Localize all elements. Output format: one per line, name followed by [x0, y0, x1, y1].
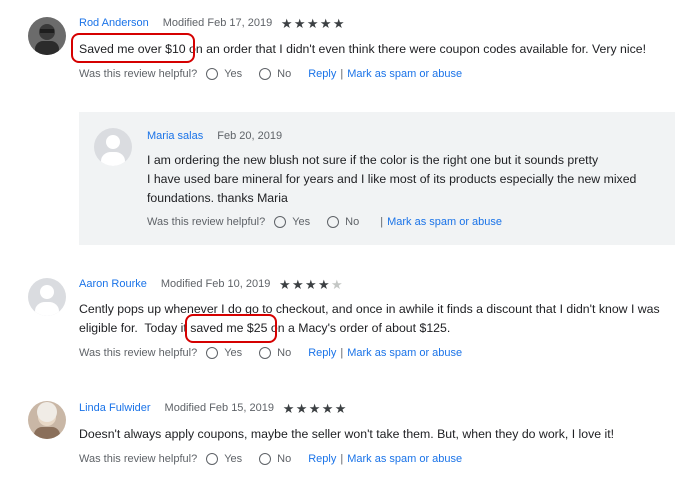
review-text: Doesn't always apply coupons, maybe the …	[79, 425, 614, 444]
helpful-row: Was this review helpful? Yes No Reply | …	[79, 66, 462, 82]
helpful-yes-radio[interactable]	[206, 453, 219, 465]
review-text: I am ordering the new blush not sure if …	[147, 151, 636, 208]
helpful-no-radio[interactable]	[259, 347, 272, 359]
separator: |	[380, 216, 384, 228]
helpful-yes-radio[interactable]	[206, 347, 219, 359]
review-date: Modified Feb 10, 2019	[160, 278, 271, 290]
avatar[interactable]	[28, 401, 66, 439]
helpful-yes-label[interactable]: Yes	[224, 453, 242, 465]
star-icon: ★	[319, 15, 332, 31]
star-icon: ★	[282, 400, 295, 416]
reviewer-name[interactable]: Maria salas	[147, 130, 203, 142]
star-icon: ★	[332, 15, 345, 31]
star-icon: ★	[279, 276, 291, 292]
highlight-circle	[185, 314, 277, 343]
helpful-yes-label[interactable]: Yes	[224, 347, 242, 359]
review-text-line: Doesn't always apply coupons, maybe the …	[79, 427, 615, 441]
separator: |	[340, 68, 344, 80]
review-text-line: I have used bare mineral for years and I…	[147, 172, 637, 186]
review-date: Feb 20, 2019	[217, 130, 283, 142]
star-icon: ★	[295, 400, 308, 416]
star-icon: ★	[308, 400, 321, 416]
avatar[interactable]	[94, 128, 132, 166]
helpful-row: Was this review helpful? Yes No | Mark a…	[147, 214, 502, 230]
helpful-question: Was this review helpful?	[147, 216, 266, 228]
mark-spam-link[interactable]: Mark as spam or abuse	[387, 216, 502, 228]
owner-reply: Maria salas Feb 20, 2019 I am ordering t…	[79, 112, 675, 245]
separator: |	[340, 347, 344, 359]
mark-spam-link[interactable]: Mark as spam or abuse	[347, 453, 462, 465]
star-icon: ★	[305, 276, 317, 292]
star-rating: ★ ★ ★ ★ ★	[282, 402, 347, 415]
helpful-row: Was this review helpful? Yes No Reply | …	[79, 345, 462, 361]
helpful-no-label[interactable]: No	[345, 216, 359, 228]
star-icon: ★	[318, 276, 330, 292]
star-icon: ★	[331, 276, 343, 292]
highlight-circle	[71, 33, 195, 63]
helpful-row: Was this review helpful? Yes No Reply | …	[79, 451, 462, 467]
helpful-yes-radio[interactable]	[274, 216, 287, 228]
star-icon: ★	[306, 15, 319, 31]
helpful-no-label[interactable]: No	[277, 68, 291, 80]
helpful-yes-radio[interactable]	[206, 68, 219, 80]
helpful-no-radio[interactable]	[259, 68, 272, 80]
star-icon: ★	[321, 400, 334, 416]
review-date: Modified Feb 15, 2019	[164, 402, 275, 414]
reply-link[interactable]: Reply	[308, 347, 336, 359]
reviewer-name[interactable]: Rod Anderson	[79, 17, 149, 29]
helpful-no-radio[interactable]	[259, 453, 272, 465]
star-icon: ★	[292, 276, 304, 292]
star-icon: ★	[280, 15, 293, 31]
helpful-no-label[interactable]: No	[277, 347, 291, 359]
review-text-line: I am ordering the new blush not sure if …	[147, 153, 599, 167]
avatar[interactable]	[28, 278, 66, 316]
star-icon: ★	[293, 15, 306, 31]
review-text-line: foundations. thanks Maria	[147, 191, 288, 205]
separator: |	[340, 453, 344, 465]
reply-link[interactable]: Reply	[308, 68, 336, 80]
mark-spam-link[interactable]: Mark as spam or abuse	[347, 68, 462, 80]
helpful-question: Was this review helpful?	[79, 68, 198, 80]
reply-link[interactable]: Reply	[308, 453, 336, 465]
star-icon: ★	[334, 400, 347, 416]
review-date: Modified Feb 17, 2019	[162, 17, 273, 29]
helpful-no-radio[interactable]	[327, 216, 340, 228]
helpful-yes-label[interactable]: Yes	[292, 216, 310, 228]
star-rating: ★ ★ ★ ★ ★	[278, 278, 343, 291]
star-rating: ★ ★ ★ ★ ★	[280, 17, 345, 30]
helpful-question: Was this review helpful?	[79, 347, 198, 359]
avatar[interactable]	[28, 17, 66, 55]
helpful-yes-label[interactable]: Yes	[224, 68, 242, 80]
reviewer-name[interactable]: Aaron Rourke	[79, 278, 147, 290]
helpful-no-label[interactable]: No	[277, 453, 291, 465]
review-text: Cently pops up whenever I do go to check…	[79, 300, 660, 338]
review-text-line: Cently pops up whenever I do go to check…	[79, 302, 660, 316]
helpful-question: Was this review helpful?	[79, 453, 198, 465]
reviewer-name[interactable]: Linda Fulwider	[79, 402, 151, 414]
mark-spam-link[interactable]: Mark as spam or abuse	[347, 347, 462, 359]
